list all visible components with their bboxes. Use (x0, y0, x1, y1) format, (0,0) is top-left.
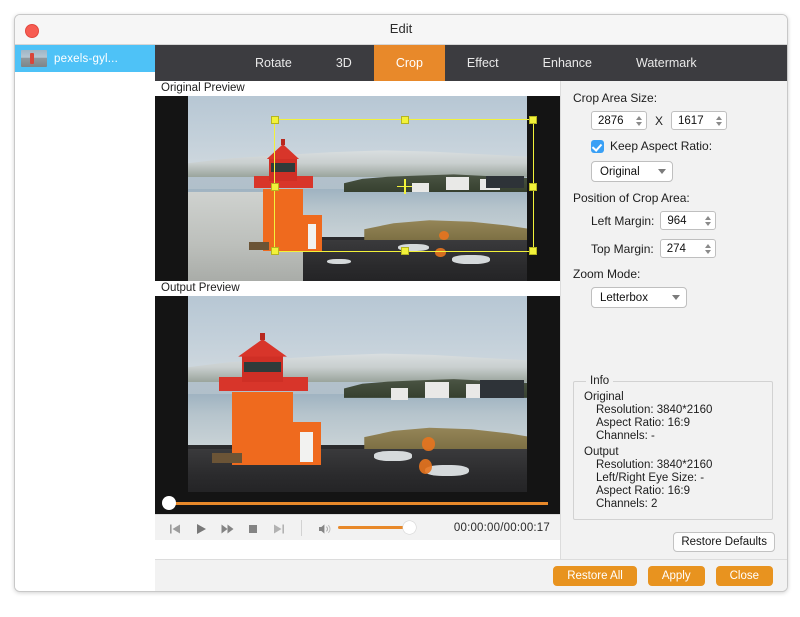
crop-height-spinner[interactable] (716, 115, 726, 126)
volume-icon[interactable] (318, 522, 331, 534)
top-margin-row: Top Margin: 274 (591, 239, 787, 258)
volume-control[interactable] (318, 521, 416, 534)
crop-height-stepper[interactable]: 1617 (671, 111, 728, 130)
output-preview-label: Output Preview (155, 281, 560, 296)
tab-enhance[interactable]: Enhance (521, 45, 614, 81)
info-original-aspect-ratio: Aspect Ratio: 16:9 (596, 417, 690, 429)
crop-handle-top-center[interactable] (401, 116, 409, 124)
original-preview-label: Original Preview (155, 81, 560, 96)
work-area: Original Preview Output Preview 00:00:00… (155, 81, 787, 560)
volume-slider[interactable] (338, 521, 416, 534)
left-margin-row: Left Margin: 964 (591, 211, 787, 230)
info-output-channels: Channels: 2 (596, 498, 658, 510)
aspect-ratio-value: Original (600, 165, 640, 178)
crop-height-value[interactable]: 1617 (672, 115, 716, 127)
output-preview-stage[interactable] (155, 296, 560, 514)
fast-forward-icon[interactable] (221, 522, 234, 534)
crop-width-spinner[interactable] (636, 115, 646, 126)
file-list-sidebar: pexels-gyl... (15, 45, 156, 591)
preview-column: Original Preview Output Preview 00:00:00… (155, 81, 560, 560)
tab-effect[interactable]: Effect (445, 45, 521, 81)
info-original-channels: Channels: - (596, 430, 655, 442)
zoom-mode-select[interactable]: Letterbox (591, 287, 687, 308)
tab-rotate[interactable]: Rotate (233, 45, 314, 81)
info-output-aspect-ratio: Aspect Ratio: 16:9 (596, 485, 690, 497)
top-margin-spinner[interactable] (704, 243, 715, 254)
crop-handle-top-left[interactable] (271, 116, 279, 124)
list-item[interactable]: pexels-gyl... (15, 45, 155, 72)
previous-icon[interactable] (169, 522, 181, 534)
top-margin-value[interactable]: 274 (661, 243, 705, 255)
play-icon[interactable] (195, 522, 207, 534)
title-bar: Edit (15, 15, 787, 45)
file-thumbnail-icon (21, 50, 47, 67)
next-icon[interactable] (273, 522, 285, 534)
left-margin-stepper[interactable]: 964 (660, 211, 717, 230)
output-preview-image (188, 296, 527, 492)
tab-3d[interactable]: 3D (314, 45, 374, 81)
volume-slider-handle[interactable] (403, 521, 416, 534)
info-original-resolution: Resolution: 3840*2160 (596, 404, 713, 416)
info-output-eye-size: Left/Right Eye Size: - (596, 472, 705, 484)
left-margin-label: Left Margin: (591, 213, 655, 228)
tab-crop[interactable]: Crop (373, 45, 445, 81)
stop-icon[interactable] (247, 522, 259, 534)
crop-handle-bottom-right[interactable] (529, 247, 537, 255)
crop-selection-box[interactable] (271, 116, 537, 255)
top-margin-label: Top Margin: (591, 241, 654, 256)
window-body: pexels-gyl... Rotate 3D Crop Effect Enha… (15, 45, 787, 591)
info-group: Info Original Resolution: 3840*2160 Aspe… (573, 375, 773, 520)
crop-width-value[interactable]: 2876 (592, 115, 636, 127)
crop-center-crosshair-icon (397, 178, 412, 194)
aspect-ratio-select[interactable]: Original (591, 161, 673, 182)
info-output-resolution: Resolution: 3840*2160 (596, 459, 713, 471)
position-of-crop-area-label: Position of Crop Area: (573, 191, 690, 205)
chevron-down-icon (658, 169, 666, 174)
close-button[interactable]: Close (715, 565, 773, 586)
crop-handle-top-right[interactable] (529, 116, 537, 124)
restore-all-button[interactable]: Restore All (553, 565, 637, 586)
left-margin-value[interactable]: 964 (661, 215, 705, 227)
transport-divider (301, 519, 302, 536)
tab-bar: Rotate 3D Crop Effect Enhance Watermark (155, 45, 787, 81)
top-margin-stepper[interactable]: 274 (659, 239, 716, 258)
apply-button[interactable]: Apply (647, 565, 705, 586)
seek-bar[interactable] (155, 492, 560, 514)
chevron-down-icon (672, 295, 680, 300)
tab-watermark[interactable]: Watermark (614, 45, 719, 81)
left-margin-spinner[interactable] (705, 215, 715, 226)
info-caption: Info (586, 375, 614, 387)
keep-aspect-ratio-checkbox[interactable] (591, 139, 604, 153)
window-title: Edit (389, 21, 413, 36)
file-name-label: pexels-gyl... (54, 52, 118, 65)
crop-handle-middle-right[interactable] (529, 182, 537, 191)
transport-bar: 00:00:00/00:00:17 (155, 514, 560, 540)
info-output-heading: Output (584, 446, 619, 458)
keep-aspect-ratio-row[interactable]: Keep Aspect Ratio: (591, 139, 787, 153)
crop-handle-bottom-center[interactable] (401, 247, 409, 255)
keep-aspect-ratio-label: Keep Aspect Ratio: (610, 139, 713, 153)
seek-track[interactable] (167, 502, 548, 505)
original-preview-stage[interactable] (155, 96, 560, 281)
footer-bar: Restore All Apply Close (155, 559, 787, 591)
timecode-label: 00:00:00/00:00:17 (453, 521, 550, 534)
zoom-mode-value: Letterbox (600, 291, 648, 304)
zoom-mode-label: Zoom Mode: (573, 267, 641, 281)
edit-window: Edit pexels-gyl... Rotate 3D Crop Effect… (14, 14, 788, 592)
crop-width-stepper[interactable]: 2876 (591, 111, 647, 130)
crop-settings-panel: Crop Area Size: 2876 X 1617 Keep Aspect … (560, 81, 787, 560)
crop-area-size-label: Crop Area Size: (573, 91, 658, 105)
crop-handle-bottom-left[interactable] (271, 247, 279, 255)
dimension-separator: X (655, 113, 664, 128)
crop-handle-middle-left[interactable] (271, 182, 279, 191)
restore-defaults-button[interactable]: Restore Defaults (673, 532, 775, 552)
main-content: Rotate 3D Crop Effect Enhance Watermark … (155, 45, 787, 591)
info-original-heading: Original (584, 391, 624, 403)
seek-handle[interactable] (162, 496, 176, 510)
